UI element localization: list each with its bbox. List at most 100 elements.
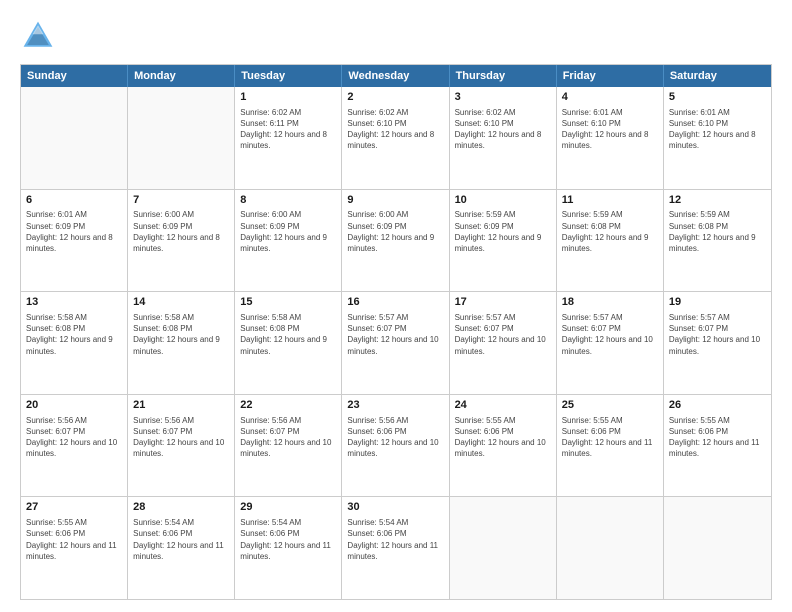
calendar-cell — [664, 497, 771, 599]
calendar-cell: 16 Sunrise: 5:57 AMSunset: 6:07 PMDayligh… — [342, 292, 449, 394]
logo — [20, 18, 60, 54]
day-number: 26 — [669, 398, 766, 413]
day-number: 14 — [133, 295, 229, 310]
calendar-cell — [557, 497, 664, 599]
day-number: 12 — [669, 193, 766, 208]
calendar-row-5: 27 Sunrise: 5:55 AMSunset: 6:06 PMDayligh… — [21, 496, 771, 599]
cell-detail: Sunrise: 5:55 AMSunset: 6:06 PMDaylight:… — [669, 415, 766, 460]
page: Sunday Monday Tuesday Wednesday Thursday… — [0, 0, 792, 612]
calendar-cell: 21 Sunrise: 5:56 AMSunset: 6:07 PMDayligh… — [128, 395, 235, 497]
cell-detail: Sunrise: 5:56 AMSunset: 6:07 PMDaylight:… — [26, 415, 122, 460]
cell-detail: Sunrise: 6:00 AMSunset: 6:09 PMDaylight:… — [347, 209, 443, 254]
header-saturday: Saturday — [664, 65, 771, 87]
day-number: 11 — [562, 193, 658, 208]
calendar-cell: 7Sunrise: 6:00 AMSunset: 6:09 PMDaylight… — [128, 190, 235, 292]
calendar-cell: 17 Sunrise: 5:57 AMSunset: 6:07 PMDayligh… — [450, 292, 557, 394]
day-number: 3 — [455, 90, 551, 105]
calendar-cell: 23Sunrise: 5:56 AMSunset: 6:06 PMDayligh… — [342, 395, 449, 497]
cell-detail: Sunrise: 5:54 AMSunset: 6:06 PMDaylight:… — [347, 517, 443, 562]
cell-detail: Sunrise: 5:55 AMSunset: 6:06 PMDaylight:… — [562, 415, 658, 460]
calendar-cell: 8Sunrise: 6:00 AMSunset: 6:09 PMDaylight… — [235, 190, 342, 292]
calendar-body: 1Sunrise: 6:02 AMSunset: 6:11 PMDaylight… — [21, 87, 771, 599]
calendar-cell: 22 Sunrise: 5:56 AMSunset: 6:07 PMDayligh… — [235, 395, 342, 497]
cell-detail: Sunrise: 6:00 AMSunset: 6:09 PMDaylight:… — [133, 209, 229, 254]
cell-detail: Sunrise: 5:58 AMSunset: 6:08 PMDaylight:… — [26, 312, 122, 357]
day-number: 7 — [133, 193, 229, 208]
cell-detail: Sunrise: 5:59 AMSunset: 6:09 PMDaylight:… — [455, 209, 551, 254]
cell-detail: Sunrise: 6:01 AMSunset: 6:09 PMDaylight:… — [26, 209, 122, 254]
calendar-cell: 9Sunrise: 6:00 AMSunset: 6:09 PMDaylight… — [342, 190, 449, 292]
header-thursday: Thursday — [450, 65, 557, 87]
calendar-header: Sunday Monday Tuesday Wednesday Thursday… — [21, 65, 771, 87]
calendar-cell: 5Sunrise: 6:01 AMSunset: 6:10 PMDaylight… — [664, 87, 771, 189]
calendar-cell: 3 Sunrise: 6:02 AMSunset: 6:10 PMDaylight… — [450, 87, 557, 189]
cell-detail: Sunrise: 6:01 AMSunset: 6:10 PMDaylight:… — [562, 107, 658, 152]
cell-detail: Sunrise: 6:02 AMSunset: 6:10 PMDaylight:… — [347, 107, 443, 152]
day-number: 10 — [455, 193, 551, 208]
day-number: 2 — [347, 90, 443, 105]
calendar-row-4: 20 Sunrise: 5:56 AMSunset: 6:07 PMDayligh… — [21, 394, 771, 497]
cell-detail: Sunrise: 5:54 AMSunset: 6:06 PMDaylight:… — [240, 517, 336, 562]
header-friday: Friday — [557, 65, 664, 87]
day-number: 25 — [562, 398, 658, 413]
day-number: 21 — [133, 398, 229, 413]
day-number: 20 — [26, 398, 122, 413]
cell-detail: Sunrise: 5:59 AMSunset: 6:08 PMDaylight:… — [562, 209, 658, 254]
cell-detail: Sunrise: 5:57 AMSunset: 6:07 PMDaylight:… — [347, 312, 443, 357]
calendar-cell — [128, 87, 235, 189]
day-number: 8 — [240, 193, 336, 208]
cell-detail: Sunrise: 5:56 AMSunset: 6:07 PMDaylight:… — [133, 415, 229, 460]
calendar-cell: 13 Sunrise: 5:58 AMSunset: 6:08 PMDayligh… — [21, 292, 128, 394]
day-number: 23 — [347, 398, 443, 413]
calendar-cell: 20 Sunrise: 5:56 AMSunset: 6:07 PMDayligh… — [21, 395, 128, 497]
logo-icon — [20, 18, 56, 54]
calendar-cell: 1Sunrise: 6:02 AMSunset: 6:11 PMDaylight… — [235, 87, 342, 189]
calendar-cell: 2 Sunrise: 6:02 AMSunset: 6:10 PMDaylight… — [342, 87, 449, 189]
cell-detail: Sunrise: 5:58 AMSunset: 6:08 PMDaylight:… — [133, 312, 229, 357]
calendar-cell: 10Sunrise: 5:59 AMSunset: 6:09 PMDayligh… — [450, 190, 557, 292]
day-number: 9 — [347, 193, 443, 208]
header-tuesday: Tuesday — [235, 65, 342, 87]
calendar-cell: 6Sunrise: 6:01 AMSunset: 6:09 PMDaylight… — [21, 190, 128, 292]
cell-detail: Sunrise: 5:59 AMSunset: 6:08 PMDaylight:… — [669, 209, 766, 254]
calendar-cell: 11Sunrise: 5:59 AMSunset: 6:08 PMDayligh… — [557, 190, 664, 292]
cell-detail: Sunrise: 6:02 AMSunset: 6:10 PMDaylight:… — [455, 107, 551, 152]
calendar-cell: 4Sunrise: 6:01 AMSunset: 6:10 PMDaylight… — [557, 87, 664, 189]
day-number: 6 — [26, 193, 122, 208]
cell-detail: Sunrise: 5:56 AMSunset: 6:07 PMDaylight:… — [240, 415, 336, 460]
cell-detail: Sunrise: 5:55 AMSunset: 6:06 PMDaylight:… — [455, 415, 551, 460]
cell-detail: Sunrise: 5:57 AMSunset: 6:07 PMDaylight:… — [562, 312, 658, 357]
calendar-cell: 26 Sunrise: 5:55 AMSunset: 6:06 PMDayligh… — [664, 395, 771, 497]
day-number: 15 — [240, 295, 336, 310]
cell-detail: Sunrise: 5:54 AMSunset: 6:06 PMDaylight:… — [133, 517, 229, 562]
calendar-cell: 18Sunrise: 5:57 AMSunset: 6:07 PMDayligh… — [557, 292, 664, 394]
day-number: 16 — [347, 295, 443, 310]
day-number: 28 — [133, 500, 229, 515]
header-monday: Monday — [128, 65, 235, 87]
header-wednesday: Wednesday — [342, 65, 449, 87]
header-sunday: Sunday — [21, 65, 128, 87]
day-number: 17 — [455, 295, 551, 310]
day-number: 29 — [240, 500, 336, 515]
day-number: 13 — [26, 295, 122, 310]
day-number: 27 — [26, 500, 122, 515]
calendar-cell — [450, 497, 557, 599]
day-number: 5 — [669, 90, 766, 105]
calendar-cell: 28 Sunrise: 5:54 AMSunset: 6:06 PMDayligh… — [128, 497, 235, 599]
calendar-cell: 25 Sunrise: 5:55 AMSunset: 6:06 PMDayligh… — [557, 395, 664, 497]
day-number: 30 — [347, 500, 443, 515]
cell-detail: Sunrise: 6:00 AMSunset: 6:09 PMDaylight:… — [240, 209, 336, 254]
calendar-cell: 15Sunrise: 5:58 AMSunset: 6:08 PMDayligh… — [235, 292, 342, 394]
calendar-cell — [21, 87, 128, 189]
calendar: Sunday Monday Tuesday Wednesday Thursday… — [20, 64, 772, 600]
calendar-cell: 24 Sunrise: 5:55 AMSunset: 6:06 PMDayligh… — [450, 395, 557, 497]
day-number: 24 — [455, 398, 551, 413]
cell-detail: Sunrise: 5:55 AMSunset: 6:06 PMDaylight:… — [26, 517, 122, 562]
calendar-cell: 30 Sunrise: 5:54 AMSunset: 6:06 PMDayligh… — [342, 497, 449, 599]
day-number: 22 — [240, 398, 336, 413]
calendar-cell: 19Sunrise: 5:57 AMSunset: 6:07 PMDayligh… — [664, 292, 771, 394]
calendar-row-2: 6Sunrise: 6:01 AMSunset: 6:09 PMDaylight… — [21, 189, 771, 292]
calendar-row-1: 1Sunrise: 6:02 AMSunset: 6:11 PMDaylight… — [21, 87, 771, 189]
day-number: 19 — [669, 295, 766, 310]
cell-detail: Sunrise: 5:57 AMSunset: 6:07 PMDaylight:… — [455, 312, 551, 357]
